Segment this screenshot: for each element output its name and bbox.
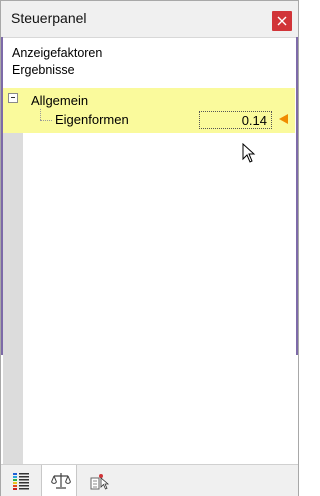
active-marker-icon	[279, 114, 288, 124]
tree-gutter	[3, 90, 23, 464]
control-panel: Steuerpanel Anzeigefaktoren Ergebnisse A…	[0, 0, 299, 496]
right-accent-border	[296, 37, 298, 355]
window-title: Steuerpanel	[11, 10, 87, 26]
close-button[interactable]	[272, 11, 292, 31]
mouse-cursor-icon	[242, 143, 256, 163]
tab-selection[interactable]	[81, 465, 117, 496]
eigenformen-value-field[interactable]: 0.14	[199, 111, 272, 129]
header-line-2: Ergebnisse	[12, 63, 75, 77]
bottom-tab-bar	[1, 464, 298, 496]
tab-display-factors[interactable]	[41, 465, 77, 496]
close-icon	[277, 16, 287, 26]
tree-connector-vertical	[40, 109, 41, 120]
eigenformen-value: 0.14	[241, 113, 267, 128]
header-line-1: Anzeigefaktoren	[12, 46, 103, 60]
tab-color-scale[interactable]	[3, 465, 39, 496]
balance-scale-icon	[51, 473, 71, 489]
tree-connector-horizontal	[40, 120, 52, 121]
selection-cursor-icon	[90, 474, 110, 490]
color-scale-icon	[13, 473, 29, 490]
tree-node-allgemein[interactable]: Allgemein	[31, 93, 88, 108]
title-bar: Steuerpanel	[1, 1, 298, 38]
tree-node-eigenformen[interactable]: Eigenformen	[55, 112, 129, 127]
collapse-toggle-icon[interactable]	[8, 93, 18, 103]
